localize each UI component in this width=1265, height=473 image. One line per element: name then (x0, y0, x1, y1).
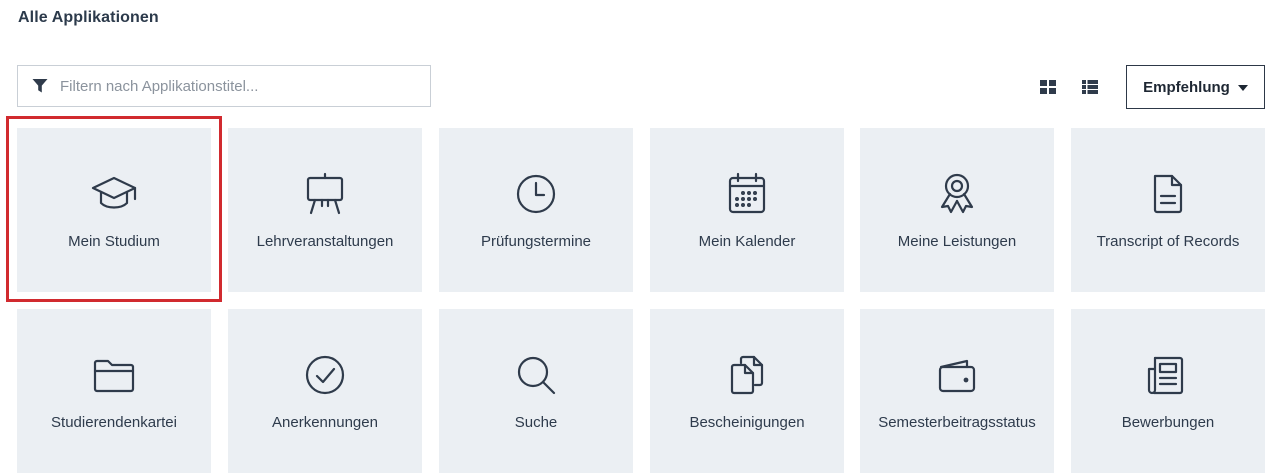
sort-dropdown[interactable]: Empfehlung (1126, 65, 1265, 109)
app-tile-label: Bewerbungen (1121, 414, 1215, 431)
filter-input[interactable] (60, 77, 400, 95)
filter-icon (32, 78, 48, 94)
grid-view-icon (1040, 80, 1056, 94)
app-tile-suche[interactable]: Suche (439, 309, 633, 473)
app-tile-label: Meine Leistungen (897, 233, 1017, 250)
easel-icon (301, 170, 349, 218)
copy-documents-icon (723, 351, 771, 399)
graduation-cap-icon (90, 170, 138, 218)
app-tile-label: Mein Studium (68, 233, 160, 250)
app-tile-studierendenkartei[interactable]: Studierendenkartei (17, 309, 211, 473)
app-tile-mein-studium[interactable]: Mein Studium (6, 116, 222, 302)
app-tile-bewerbungen[interactable]: Bewerbungen (1071, 309, 1265, 473)
app-tile-meine-leistungen[interactable]: Meine Leistungen (860, 128, 1054, 292)
app-tile-label: Prüfungstermine (480, 233, 592, 250)
app-tile-pruefungstermine[interactable]: Prüfungstermine (439, 128, 633, 292)
calendar-icon (723, 170, 771, 218)
page-title: Alle Applikationen (18, 9, 159, 26)
search-icon (512, 351, 560, 399)
app-tile-label: Transcript of Records (1096, 233, 1240, 250)
document-icon (1144, 170, 1192, 218)
filter-box[interactable] (17, 65, 431, 107)
sort-dropdown-label: Empfehlung (1143, 78, 1230, 96)
app-tile-label: Lehrveranstaltungen (256, 233, 394, 250)
list-view-icon (1082, 80, 1098, 94)
folder-icon (90, 351, 138, 399)
wallet-icon (933, 351, 981, 399)
app-tile-label: Bescheinigungen (689, 414, 805, 431)
grid-view-button[interactable] (1040, 80, 1056, 94)
caret-down-icon (1237, 85, 1248, 91)
award-icon (933, 170, 981, 218)
app-tile-mein-kalender[interactable]: Mein Kalender (650, 128, 844, 292)
app-tile-bescheinigungen[interactable]: Bescheinigungen (650, 309, 844, 473)
app-tile-semesterbeitragsstatus[interactable]: Semesterbeitragsstatus (860, 309, 1054, 473)
app-tile-label: Suche (514, 414, 558, 431)
app-tile-anerkennungen[interactable]: Anerkennungen (228, 309, 422, 473)
app-tile-label: Semesterbeitragsstatus (878, 414, 1036, 431)
clock-icon (512, 170, 560, 218)
check-circle-icon (301, 351, 349, 399)
list-view-button[interactable] (1082, 80, 1098, 94)
app-tile-lehrveranstaltungen[interactable]: Lehrveranstaltungen (228, 128, 422, 292)
app-tile-label: Mein Kalender (698, 233, 796, 250)
newspaper-icon (1144, 351, 1192, 399)
app-tile-transcript-of-records[interactable]: Transcript of Records (1071, 128, 1265, 292)
app-tile-label: Studierendenkartei (51, 414, 177, 431)
app-tile-label: Anerkennungen (272, 414, 378, 431)
